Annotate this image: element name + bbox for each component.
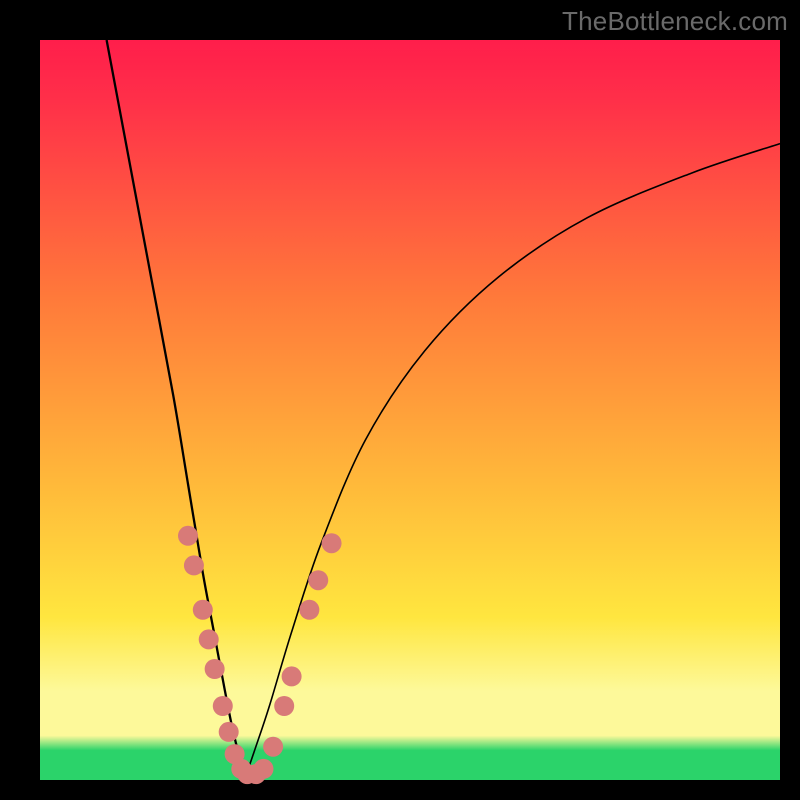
- curve-layer: [40, 40, 780, 780]
- data-dots: [178, 526, 342, 784]
- data-dot: [282, 666, 302, 686]
- chart-stage: TheBottleneck.com: [0, 0, 800, 800]
- data-dot: [308, 570, 328, 590]
- watermark-text: TheBottleneck.com: [562, 6, 788, 37]
- data-dot: [178, 526, 198, 546]
- data-dot: [199, 629, 219, 649]
- data-dot: [213, 696, 233, 716]
- data-dot: [263, 737, 283, 757]
- data-dot: [205, 659, 225, 679]
- data-dot: [322, 533, 342, 553]
- data-dot: [253, 759, 273, 779]
- data-dot: [219, 722, 239, 742]
- curve-left-branch: [107, 40, 246, 776]
- plot-area: [40, 40, 780, 780]
- data-dot: [193, 600, 213, 620]
- data-dot: [184, 555, 204, 575]
- data-dot: [299, 600, 319, 620]
- curve-right-branch: [246, 144, 780, 777]
- data-dot: [274, 696, 294, 716]
